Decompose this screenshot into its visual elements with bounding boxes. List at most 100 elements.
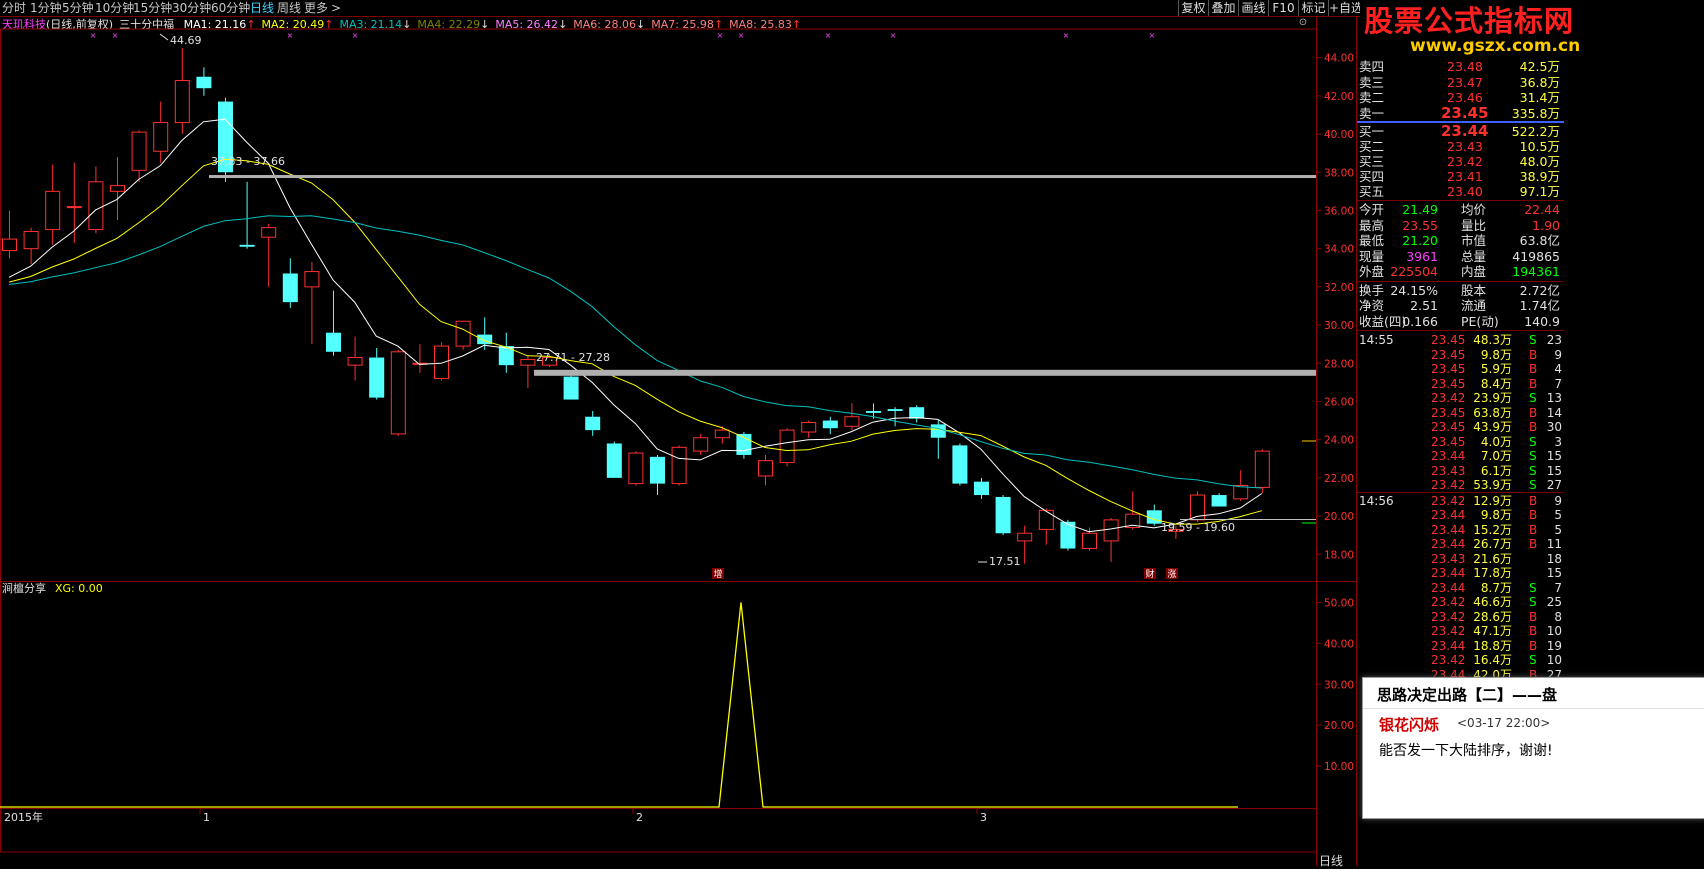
signal-marker: × bbox=[112, 31, 119, 40]
tick-side: B bbox=[1529, 537, 1538, 551]
popup-message[interactable]: 能否发一下大陆排序，谢谢! bbox=[1379, 740, 1553, 760]
buy-row[interactable]: 买五 23.40 97.1万 bbox=[1357, 184, 1564, 199]
tab-10min[interactable]: 10分钟 bbox=[95, 1, 134, 15]
message-popup[interactable]: 思路决定出路【二】——盘 银花闪烁 <03-17 22:00> 能否发一下大陆排… bbox=[1362, 677, 1704, 819]
high-price-label: 44.69 bbox=[170, 34, 202, 47]
stat-value: 23.55 bbox=[1402, 217, 1438, 233]
tick-time: 14:56 bbox=[1359, 493, 1394, 508]
sell-row[interactable]: 卖三 23.47 36.8万 bbox=[1357, 75, 1564, 90]
candle-down bbox=[196, 76, 212, 89]
candle-up bbox=[2, 238, 17, 252]
stat-value: 21.20 bbox=[1402, 233, 1438, 248]
add-watchlist-button[interactable]: +自选 bbox=[1328, 0, 1363, 16]
tick-side: S bbox=[1529, 595, 1537, 609]
tick-volume: 21.6万 bbox=[1473, 551, 1512, 566]
logo-url: www.gszx.com.cn bbox=[1410, 36, 1581, 56]
candle-up bbox=[1103, 519, 1119, 542]
candle-up bbox=[801, 421, 817, 433]
stat-row: 现量 3961 总量 419865 bbox=[1357, 249, 1564, 264]
buy-volume: 38.9万 bbox=[1519, 169, 1560, 184]
buy-row[interactable]: 买二 23.43 10.5万 bbox=[1357, 139, 1564, 154]
tick-price: 23.42 bbox=[1431, 624, 1466, 638]
tab-daily[interactable]: 日线 bbox=[250, 1, 274, 15]
date-axis-label: 2 bbox=[636, 811, 643, 824]
tick-count: 9 bbox=[1554, 347, 1562, 362]
chart-frame bbox=[0, 28, 1317, 853]
candle-down bbox=[369, 357, 385, 398]
tab-30min[interactable]: 30分钟 bbox=[172, 1, 211, 15]
tab-60min[interactable]: 60分钟 bbox=[211, 1, 250, 15]
tick-row: 23.45 43.9万 B 30 bbox=[1357, 420, 1564, 435]
tick-price: 23.44 bbox=[1431, 566, 1466, 580]
candle-up bbox=[390, 351, 406, 435]
buy-price: 23.41 bbox=[1447, 169, 1483, 184]
tick-volume: 12.9万 bbox=[1473, 493, 1512, 508]
stat-label: 最低 bbox=[1359, 233, 1385, 248]
overlay-button[interactable]: 叠加 bbox=[1208, 0, 1238, 16]
tab-1min[interactable]: 1分钟 bbox=[30, 1, 62, 15]
tick-side: B bbox=[1529, 347, 1538, 362]
sub-indicator-value: XG: 0.00 bbox=[55, 582, 103, 595]
buy-row[interactable]: 买一 23.44 522.2万 bbox=[1357, 124, 1564, 140]
ma-line-3 bbox=[8, 215, 1262, 489]
tick-side: B bbox=[1529, 508, 1538, 522]
tab-more[interactable]: 更多 bbox=[304, 1, 328, 15]
date-axis-label: 1 bbox=[203, 811, 210, 824]
signal-marker: × bbox=[890, 31, 897, 40]
tab-weekly[interactable]: 周线 bbox=[277, 1, 301, 15]
tick-count: 5 bbox=[1554, 522, 1562, 537]
buy-label: 买五 bbox=[1359, 184, 1385, 199]
candle-up bbox=[1082, 532, 1097, 550]
tick-volume: 28.6万 bbox=[1473, 609, 1512, 624]
mark-button[interactable]: 标记 bbox=[1298, 0, 1328, 16]
sell-price: 23.45 bbox=[1441, 103, 1489, 122]
tick-row: 23.44 9.8万 B 5 bbox=[1357, 508, 1564, 523]
tick-side: S bbox=[1529, 333, 1537, 347]
candle-down bbox=[650, 456, 665, 484]
fuquan-button[interactable]: 复权 bbox=[1178, 0, 1208, 16]
price-tick-label: 30.00 bbox=[1324, 320, 1354, 332]
stats-divider-2 bbox=[1357, 280, 1564, 282]
tick-price: 23.45 bbox=[1431, 420, 1466, 434]
date-axis-label: 3 bbox=[980, 811, 987, 824]
tick-row: 14:55 23.45 48.3万 S 23 bbox=[1357, 333, 1564, 348]
candle-down bbox=[909, 407, 925, 419]
tick-side: B bbox=[1529, 638, 1538, 653]
signal-marker: × bbox=[738, 31, 745, 40]
draw-line-button[interactable]: 画线 bbox=[1238, 0, 1268, 16]
tab-15min[interactable]: 15分钟 bbox=[133, 1, 172, 15]
candle-up bbox=[23, 230, 39, 250]
sell-row[interactable]: 卖一 23.45 335.8万 bbox=[1357, 103, 1564, 122]
tick-row: 23.42 47.1万 B 10 bbox=[1357, 624, 1564, 639]
tick-price: 23.44 bbox=[1431, 580, 1466, 595]
tick-side: S bbox=[1529, 463, 1537, 478]
stat-value: 24.15% bbox=[1390, 282, 1438, 298]
tab-5min[interactable]: 5分钟 bbox=[62, 1, 94, 15]
tab-fenshi[interactable]: 分时 bbox=[2, 1, 26, 15]
popup-title[interactable]: 思路决定出路【二】——盘 bbox=[1377, 684, 1557, 705]
candle-down bbox=[974, 481, 989, 496]
popup-sender[interactable]: 银花闪烁 bbox=[1379, 714, 1439, 735]
signal-marker: × bbox=[352, 31, 359, 40]
tick-price: 23.45 bbox=[1431, 362, 1466, 376]
tick-side: B bbox=[1529, 522, 1538, 537]
sell-row[interactable]: 卖二 23.46 31.4万 bbox=[1357, 90, 1564, 105]
buy-row[interactable]: 买三 23.42 48.0万 bbox=[1357, 154, 1564, 169]
sub-tick-label: 20.00 bbox=[1324, 720, 1354, 732]
sell-row[interactable]: 卖四 23.48 42.5万 bbox=[1357, 59, 1564, 74]
signal-marker: × bbox=[90, 31, 97, 40]
tick-volume: 17.8万 bbox=[1473, 566, 1512, 580]
tick-row: 23.44 18.8万 B 19 bbox=[1357, 639, 1564, 654]
f10-button[interactable]: F10 bbox=[1268, 0, 1298, 16]
tick-row: 23.44 7.0万 S 15 bbox=[1357, 449, 1564, 464]
candle-up bbox=[520, 358, 536, 366]
candle-down bbox=[606, 443, 622, 478]
sub-tick-label: 10.00 bbox=[1324, 761, 1354, 773]
bottom-period-tab[interactable]: 日线 bbox=[1319, 852, 1343, 869]
candle-down bbox=[1211, 495, 1227, 507]
tick-time: 14:55 bbox=[1359, 333, 1394, 347]
tick-count: 27 bbox=[1546, 478, 1562, 492]
stat-label: 净资 bbox=[1359, 298, 1385, 313]
buy-row[interactable]: 买四 23.41 38.9万 bbox=[1357, 169, 1564, 184]
more-arrow-icon[interactable]: > bbox=[331, 1, 341, 15]
